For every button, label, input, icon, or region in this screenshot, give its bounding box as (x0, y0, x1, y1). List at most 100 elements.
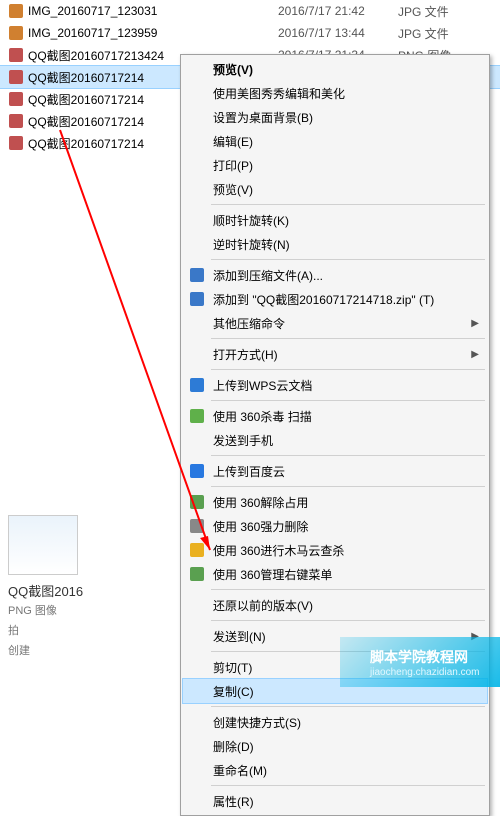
menu-item-label: 打开方式(H) (213, 346, 278, 363)
menu-item[interactable]: 删除(D) (183, 734, 487, 758)
menu-separator (211, 486, 485, 487)
submenu-arrow-icon: ▶ (471, 349, 479, 360)
file-icon (8, 25, 24, 41)
shred-icon (189, 518, 205, 534)
file-row[interactable]: IMG_20160717_1239592016/7/17 13:44JPG 文件 (0, 22, 500, 44)
submenu-arrow-icon: ▶ (471, 318, 479, 329)
menu-item[interactable]: 打开方式(H) ▶ (183, 342, 487, 366)
menu-item[interactable]: 添加到压缩文件(A)... (183, 263, 487, 287)
menu-item[interactable]: 逆时针旋转(N) (183, 232, 487, 256)
menu-item-label: 其他压缩命令 (213, 315, 285, 332)
menu-item-label: 剪切(T) (213, 659, 252, 676)
menu-item[interactable]: 添加到 "QQ截图20160717214718.zip" (T) (183, 287, 487, 311)
blank-icon (189, 346, 205, 362)
menu-item-label: 使用 360进行木马云查杀 (213, 542, 344, 559)
menu-separator (211, 455, 485, 456)
menu-item-label: 重命名(M) (213, 762, 267, 779)
menu-separator (211, 369, 485, 370)
menu-item-label: 编辑(E) (213, 133, 253, 150)
menu-item-label: 添加到 "QQ截图20160717214718.zip" (T) (213, 291, 434, 308)
menu-item-label: 发送到手机 (213, 432, 273, 449)
menu-item[interactable]: 设置为桌面背景(B) (183, 105, 487, 129)
scan-icon (189, 542, 205, 558)
blank-icon (189, 683, 205, 699)
menu-item[interactable]: 使用美图秀秀编辑和美化 (183, 81, 487, 105)
menu-item[interactable]: 发送到手机 (183, 428, 487, 452)
watermark-url: jiaocheng.chazidian.com (370, 667, 500, 678)
menu-item-label: 上传到WPS云文档 (213, 377, 312, 394)
blank-icon (189, 85, 205, 101)
menu-item-label: 上传到百度云 (213, 463, 285, 480)
blank-icon (189, 181, 205, 197)
menu-item[interactable]: 使用 360进行木马云查杀 (183, 538, 487, 562)
file-date: 2016/7/17 13:44 (278, 26, 398, 40)
menu-item[interactable]: 预览(V) (183, 57, 487, 81)
file-icon (8, 3, 24, 19)
menu-separator (211, 204, 485, 205)
shield-icon (189, 408, 205, 424)
details-filetype: PNG 图像 (8, 602, 172, 618)
menu-item[interactable]: 使用 360管理右键菜单 (183, 562, 487, 586)
blank-icon (189, 315, 205, 331)
menu-item[interactable]: 使用 360杀毒 扫描 (183, 404, 487, 428)
blank-icon (189, 157, 205, 173)
menu-separator (211, 338, 485, 339)
file-icon (8, 47, 24, 63)
menu-separator (211, 706, 485, 707)
menu-item-label: 顺时针旋转(K) (213, 212, 289, 229)
menu-item-label: 预览(V) (213, 61, 253, 78)
menu-separator (211, 785, 485, 786)
menu-item[interactable]: 编辑(E) (183, 129, 487, 153)
blank-icon (189, 236, 205, 252)
context-menu: 预览(V) 使用美图秀秀编辑和美化设置为桌面背景(B) 编辑(E) 打印(P) 预览(V… (180, 54, 490, 816)
menu-item-label: 删除(D) (213, 738, 254, 755)
zip-icon (189, 291, 205, 307)
blank-icon (189, 628, 205, 644)
blank-icon (189, 432, 205, 448)
file-name: IMG_20160717_123031 (28, 4, 278, 18)
menu-item-label: 设置为桌面背景(B) (213, 109, 313, 126)
menu-item-label: 创建快捷方式(S) (213, 714, 301, 731)
menu-item-label: 复制(C) (213, 683, 254, 700)
menu-item[interactable]: 属性(R) (183, 789, 487, 813)
details-filename: QQ截图2016 (8, 581, 172, 600)
details-create-label: 创建 (8, 642, 172, 658)
menu-item[interactable]: 预览(V) (183, 177, 487, 201)
file-icon (8, 135, 24, 151)
blank-icon (189, 738, 205, 754)
file-row[interactable]: IMG_20160717_1230312016/7/17 21:42JPG 文件 (0, 0, 500, 22)
menu-item-label: 使用 360杀毒 扫描 (213, 408, 312, 425)
watermark: 脚本学院教程网 jiaocheng.chazidian.com (340, 637, 500, 687)
blank-icon (189, 793, 205, 809)
thumbnail-preview (8, 515, 78, 575)
zip-icon (189, 267, 205, 283)
menu-item[interactable]: 打印(P) (183, 153, 487, 177)
menu-item[interactable]: 顺时针旋转(K) (183, 208, 487, 232)
menu-separator (211, 589, 485, 590)
menu-item[interactable]: 还原以前的版本(V) (183, 593, 487, 617)
menu-item[interactable]: 重命名(M) (183, 758, 487, 782)
menu-item-label: 使用 360管理右键菜单 (213, 566, 332, 583)
menu-item-label: 打印(P) (213, 157, 253, 174)
blank-icon (189, 109, 205, 125)
menu-item[interactable]: 使用 360强力删除 (183, 514, 487, 538)
blank-icon (189, 597, 205, 613)
file-icon (8, 113, 24, 129)
watermark-title: 脚本学院教程网 (370, 647, 500, 667)
menu-item[interactable]: 上传到百度云 (183, 459, 487, 483)
file-type: JPG 文件 (398, 3, 478, 20)
wps-icon (189, 377, 205, 393)
details-date-label: 拍 (8, 622, 172, 638)
menu-item[interactable]: 使用 360解除占用 (183, 490, 487, 514)
details-pane: QQ截图2016 PNG 图像 拍 创建 (0, 507, 180, 627)
menu-item[interactable]: 上传到WPS云文档 (183, 373, 487, 397)
menu-separator (211, 259, 485, 260)
menu-item[interactable]: 创建快捷方式(S) (183, 710, 487, 734)
menu-icon (189, 566, 205, 582)
menu-item-label: 还原以前的版本(V) (213, 597, 313, 614)
blank-icon (189, 659, 205, 675)
unlock-icon (189, 494, 205, 510)
file-date: 2016/7/17 21:42 (278, 4, 398, 18)
menu-item[interactable]: 其他压缩命令 ▶ (183, 311, 487, 335)
menu-item-label: 逆时针旋转(N) (213, 236, 290, 253)
